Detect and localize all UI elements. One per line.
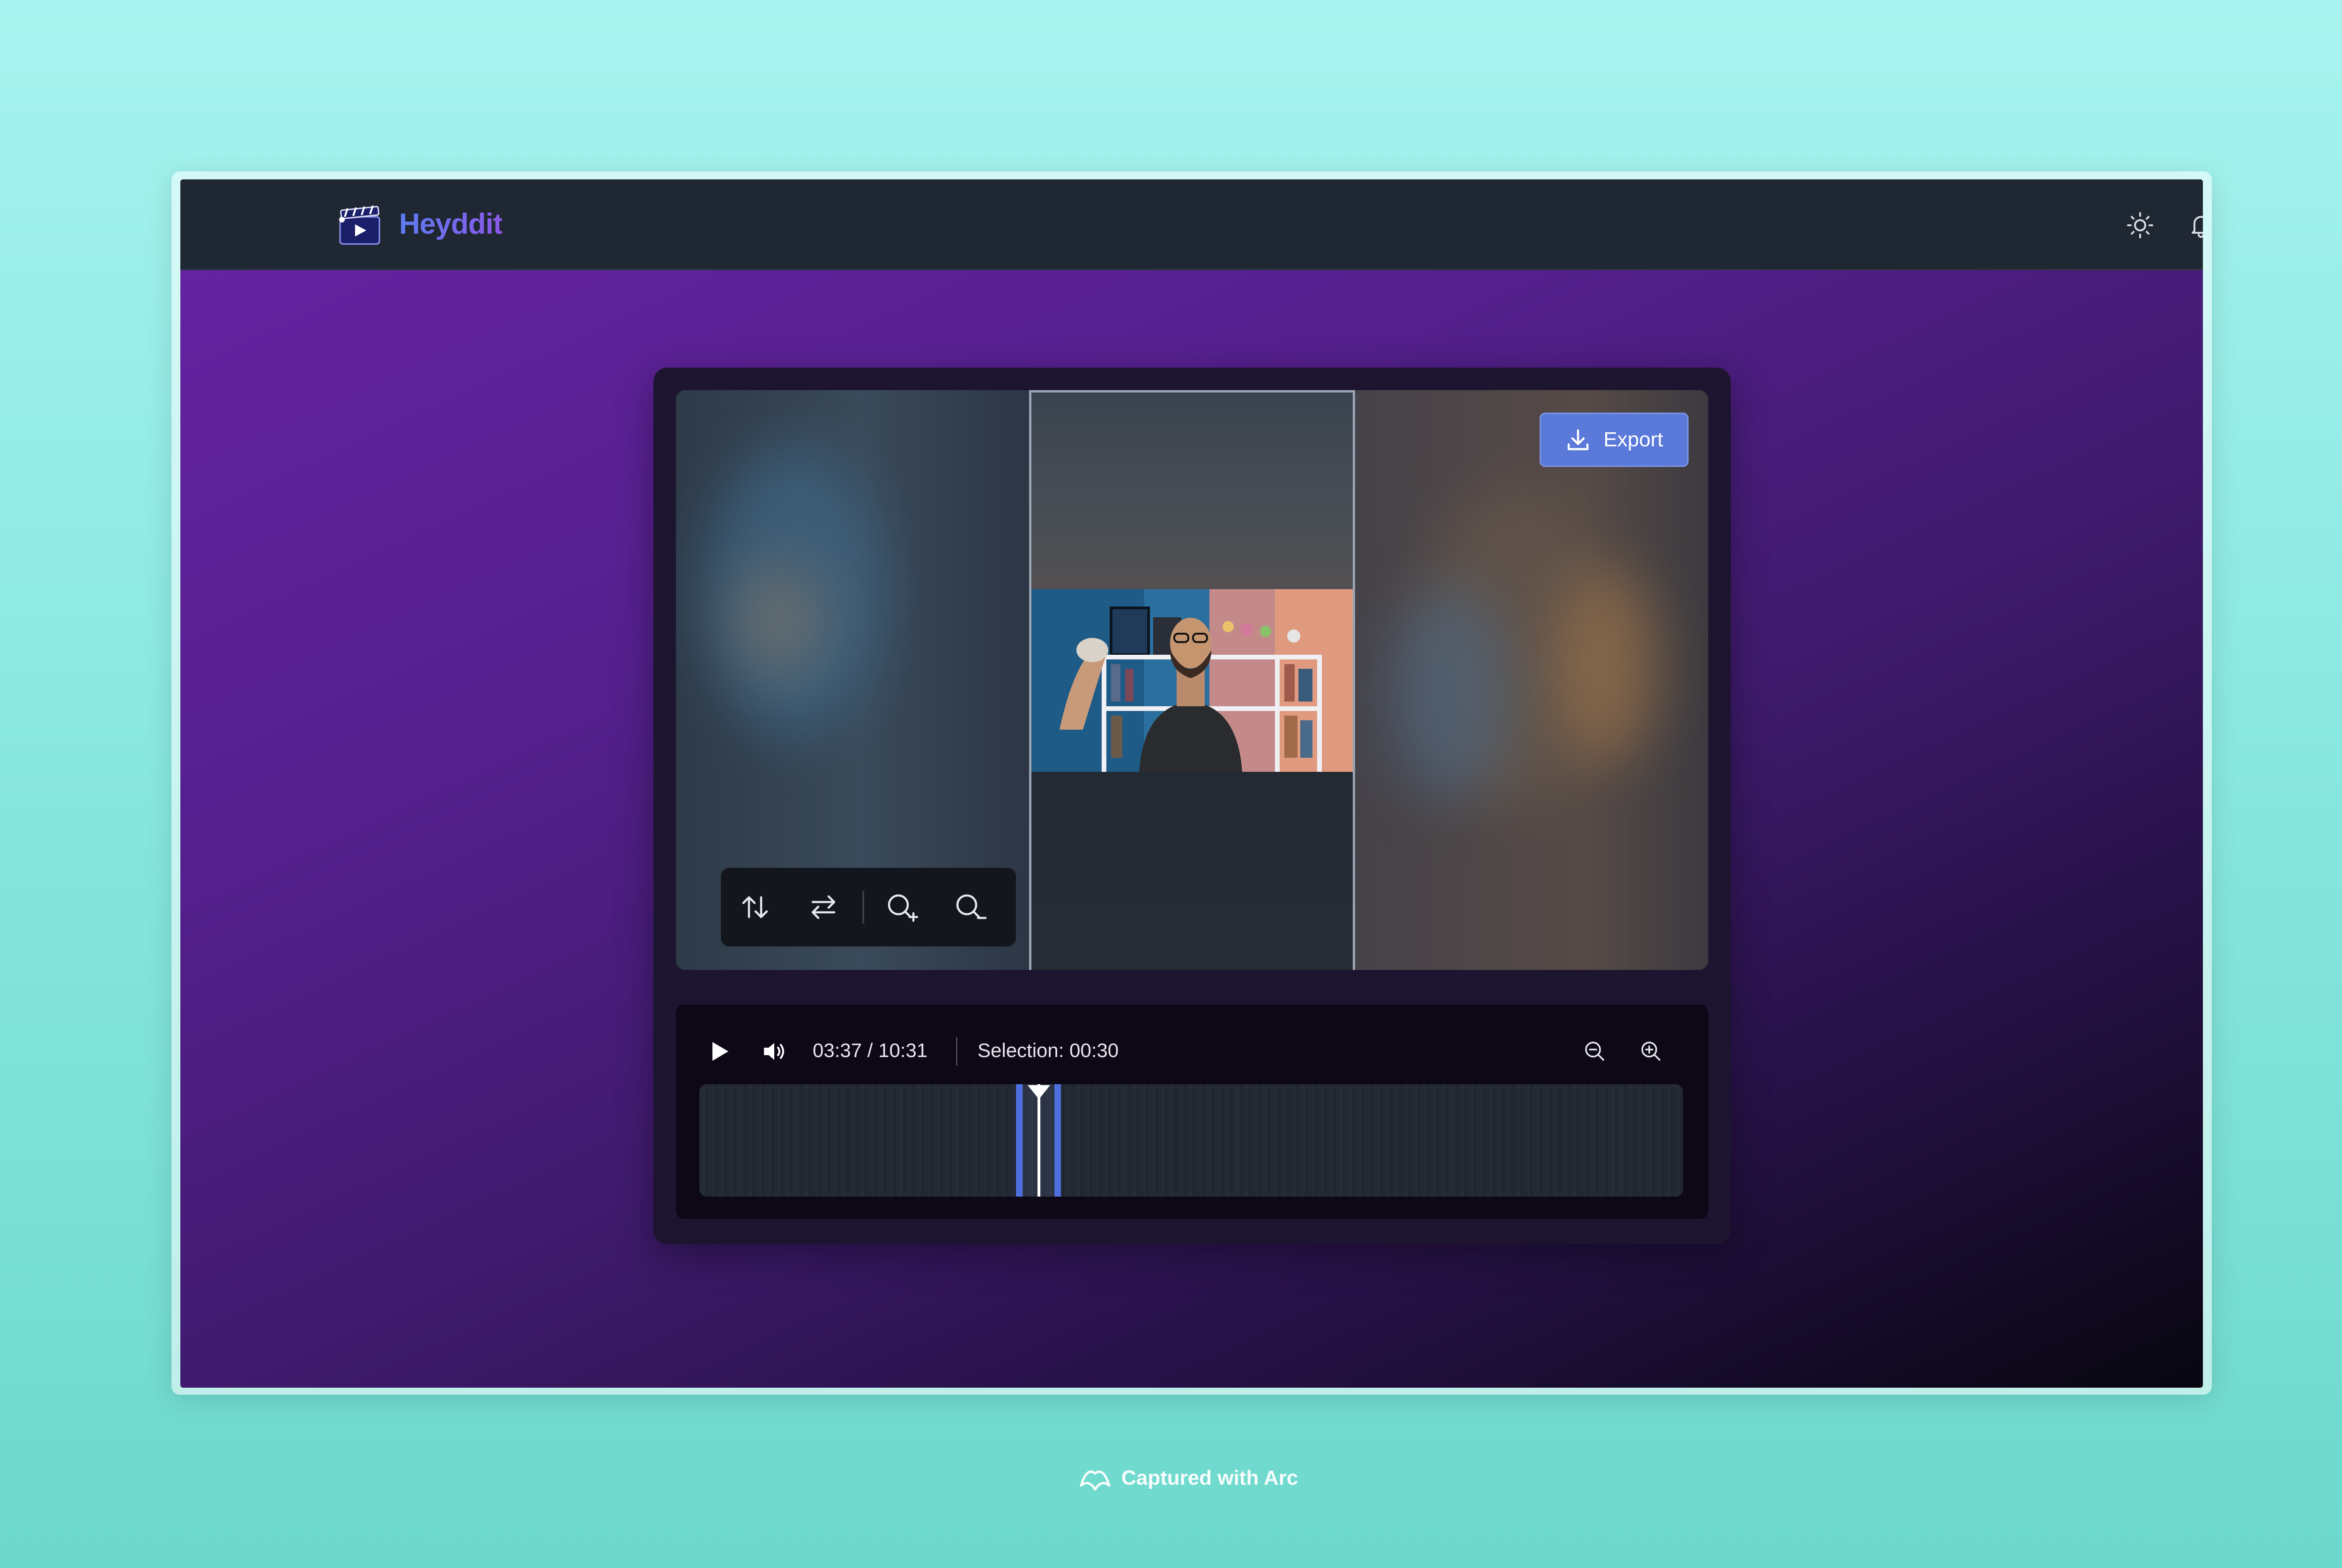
playhead[interactable]	[1038, 1084, 1040, 1197]
swap-vertical-button[interactable]	[721, 868, 789, 947]
zoom-in-button[interactable]	[869, 868, 937, 947]
crop-top-fill	[1031, 392, 1353, 589]
timeline-panel: 03:37 / 10:31 Selection: 00:30	[676, 1005, 1708, 1219]
editor-card: Export 03:37 / 10:31 Selection: 00:30	[653, 368, 1731, 1244]
selection-start-handle[interactable]	[1016, 1084, 1023, 1197]
bell-icon[interactable]	[2183, 207, 2203, 243]
swap-horizontal-icon	[811, 895, 836, 919]
timeline-divider	[956, 1037, 957, 1065]
sun-icon[interactable]	[2122, 207, 2158, 243]
crop-frame[interactable]	[1029, 390, 1355, 970]
zoom-out-button[interactable]	[937, 868, 1006, 947]
selection-end-handle[interactable]	[1054, 1084, 1061, 1197]
download-icon	[1568, 429, 1589, 451]
blurred-object	[732, 559, 826, 680]
brand-name[interactable]: Heyddit	[399, 207, 503, 241]
timeline-zoom-out-icon[interactable]	[1582, 1038, 1608, 1065]
timeline-track[interactable]	[699, 1084, 1683, 1197]
crop-bottom-fill	[1031, 772, 1353, 970]
video-frame	[1031, 589, 1353, 772]
play-icon[interactable]	[708, 1037, 732, 1065]
export-label: Export	[1603, 428, 1663, 451]
capture-credit: Captured with Arc	[1077, 1461, 1298, 1495]
export-button[interactable]: Export	[1540, 413, 1689, 467]
capture-credit-text: Captured with Arc	[1121, 1466, 1298, 1489]
toolbar-divider	[862, 891, 864, 924]
video-preview[interactable]: Export	[676, 390, 1708, 970]
app-window: Heyddit Export 03:37 / 10:31 Selection: …	[180, 179, 2203, 1388]
zoom-in-icon	[888, 894, 919, 922]
blurred-shelf	[1556, 568, 1660, 765]
clapperboard-logo-icon[interactable]	[337, 206, 382, 245]
video-frame-image	[1031, 589, 1353, 772]
zoom-out-icon	[956, 894, 987, 919]
swap-horizontal-button[interactable]	[789, 868, 858, 947]
selection-display: Selection: 00:30	[978, 1039, 1119, 1061]
transform-toolbar	[721, 868, 1016, 947]
top-bar: Heyddit	[180, 179, 2203, 270]
swap-vertical-icon	[742, 896, 768, 918]
blurred-person	[1388, 587, 1510, 802]
playhead-knob[interactable]	[1028, 1085, 1050, 1099]
arc-logo-icon	[1080, 1470, 1111, 1491]
time-display: 03:37 / 10:31	[813, 1039, 928, 1061]
timeline-zoom-in-icon[interactable]	[1638, 1038, 1664, 1065]
volume-icon[interactable]	[761, 1038, 787, 1065]
